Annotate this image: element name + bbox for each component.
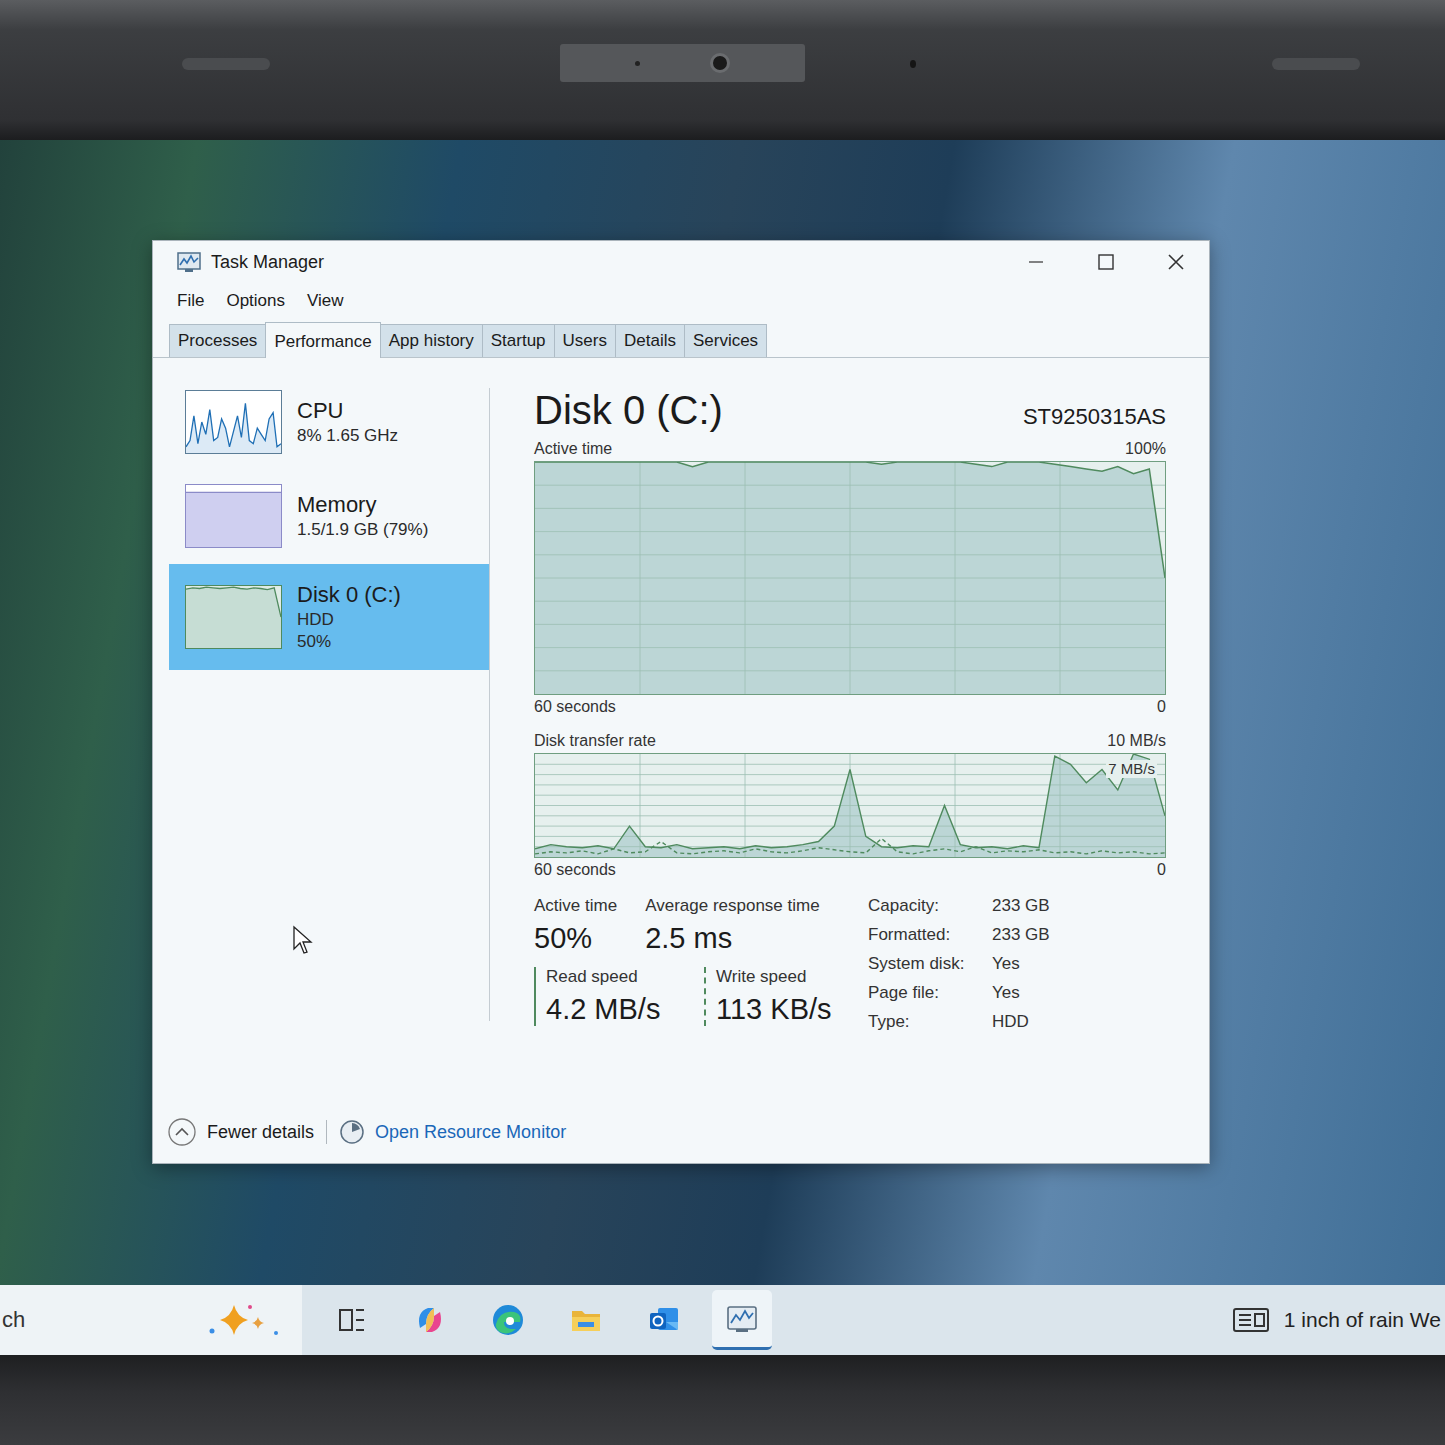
menu-bar: File Options View (153, 283, 1209, 319)
chart-label: Disk transfer rate (534, 732, 656, 750)
mouse-cursor-icon (292, 925, 314, 957)
menu-item[interactable]: Options (226, 291, 285, 311)
property-label: Type: (868, 1012, 992, 1032)
task-manager-icon (724, 1301, 760, 1337)
sidebar-item-detail: 8% 1.65 GHz (297, 426, 398, 446)
sidebar-item[interactable]: CPU 8% 1.65 GHz (169, 376, 489, 468)
tab[interactable]: Services (684, 324, 767, 357)
weather-text: 1 inch of rain We (1284, 1308, 1441, 1332)
resource-monitor-link[interactable]: Open Resource Monitor (339, 1119, 566, 1145)
webcam-icon (560, 44, 805, 82)
sidebar-item[interactable]: Memory 1.5/1.9 GB (79%) (169, 470, 489, 562)
footer: Fewer details Open Resource Monitor (153, 1101, 1209, 1163)
sidebar-item-name: Disk 0 (C:) (297, 582, 401, 608)
chart-line (535, 839, 1165, 854)
property-value: Yes (992, 954, 1050, 974)
chart-max-label: 10 MB/s (1107, 732, 1166, 750)
taskbar-app[interactable] (634, 1290, 694, 1350)
property-label: Formatted: (868, 925, 992, 945)
chart-min-label: 0 (1157, 861, 1166, 879)
sidebar-item-detail: 50% (297, 632, 401, 652)
mini-graph (185, 484, 282, 548)
screen: Task Manager File Options View ProcessesPe… (0, 140, 1445, 1355)
panel-title: Disk 0 (C:) (534, 388, 723, 433)
active-time-chart (534, 461, 1166, 695)
search-text: ch (2, 1307, 25, 1333)
speed-stat: Read speed 4.2 MB/s (534, 967, 676, 1026)
title-bar[interactable]: Task Manager (153, 241, 1209, 283)
tab[interactable]: Details (615, 324, 685, 357)
stat: Active time 50% (534, 896, 617, 955)
stat: Average response time 2.5 ms (645, 896, 820, 955)
property-label: Page file: (868, 983, 992, 1003)
copilot-icon (412, 1302, 448, 1338)
close-icon[interactable] (1153, 247, 1199, 277)
sidebar-item[interactable]: Disk 0 (C:) HDD50% (169, 564, 489, 670)
mini-graph (185, 585, 282, 649)
chart-line (535, 462, 1165, 578)
maximize-icon[interactable] (1083, 247, 1129, 277)
tab[interactable]: Users (554, 324, 616, 357)
taskbar-app[interactable] (478, 1290, 538, 1350)
chart-span-label: 60 seconds (534, 861, 616, 879)
task-manager-icon (177, 251, 201, 273)
chart-max-label: 100% (1125, 440, 1166, 458)
property-value: 233 GB (992, 896, 1050, 916)
property-value: 233 GB (992, 925, 1050, 945)
sidebar-item-name: Memory (297, 492, 428, 518)
search-highlight-icon (192, 1297, 292, 1343)
taskbar-app[interactable] (400, 1290, 460, 1350)
property-value: HDD (992, 1012, 1050, 1032)
taskbar-app[interactable] (712, 1290, 772, 1350)
screen-bezel-bottom (0, 1355, 1445, 1445)
outlook-icon (646, 1302, 682, 1338)
edge-icon (490, 1302, 526, 1338)
sidebar-item-name: CPU (297, 398, 398, 424)
mini-graph (185, 390, 282, 454)
tab[interactable]: Processes (169, 324, 266, 357)
property-value: Yes (992, 983, 1050, 1003)
disk-properties: Capacity: 233 GBFormatted: 233 GBSystem … (868, 896, 1050, 1032)
taskbar: ch 1 inch of rain We (0, 1285, 1445, 1355)
chart-area (535, 462, 1165, 694)
chart-scale-label: 7 MB/s (1106, 760, 1157, 778)
tab-strip: ProcessesPerformanceApp historyStartupUs… (153, 319, 1209, 358)
menu-item[interactable]: View (307, 291, 344, 311)
file-explorer-icon (568, 1302, 604, 1338)
tab[interactable]: Performance (265, 322, 380, 358)
tab[interactable]: Startup (482, 324, 555, 357)
taskbar-app[interactable] (556, 1290, 616, 1350)
screen-bezel (0, 0, 1445, 140)
search-box[interactable]: ch (0, 1285, 302, 1355)
task-manager-window[interactable]: Task Manager File Options View ProcessesPe… (152, 240, 1210, 1164)
task-view-icon (334, 1302, 370, 1338)
chart-label: Active time (534, 440, 612, 458)
minimize-icon[interactable] (1013, 247, 1059, 277)
tab[interactable]: App history (380, 324, 483, 357)
weather-widget[interactable]: 1 inch of rain We (1232, 1306, 1445, 1334)
laptop-photo: Task Manager File Options View ProcessesPe… (0, 0, 1445, 1445)
chart-span-label: 60 seconds (534, 698, 616, 716)
sidebar-item-detail: HDD (297, 610, 401, 630)
disk-model: ST9250315AS (1023, 404, 1166, 430)
chart-line (535, 754, 1165, 849)
sidebar-item-detail: 1.5/1.9 GB (79%) (297, 520, 428, 540)
news-icon (1232, 1306, 1270, 1334)
chevron-up-icon (167, 1117, 197, 1147)
sidebar: CPU 8% 1.65 GHz Memory 1.5/1.9 GB (79%) … (153, 358, 489, 1101)
property-label: Capacity: (868, 896, 992, 916)
fewer-details-button[interactable]: Fewer details (167, 1117, 314, 1147)
window-title: Task Manager (211, 252, 324, 273)
desktop-wallpaper: Task Manager File Options View ProcessesPe… (0, 140, 1445, 1285)
taskbar-app[interactable] (322, 1290, 382, 1350)
menu-item[interactable]: File (177, 291, 204, 311)
transfer-rate-chart: 7 MB/s (534, 753, 1166, 858)
resource-monitor-icon (339, 1119, 365, 1145)
chart-min-label: 0 (1157, 698, 1166, 716)
speed-stat: Write speed 113 KB/s (704, 967, 846, 1026)
performance-panel: Disk 0 (C:) ST9250315AS Active time 100%… (489, 388, 1209, 1021)
property-label: System disk: (868, 954, 992, 974)
